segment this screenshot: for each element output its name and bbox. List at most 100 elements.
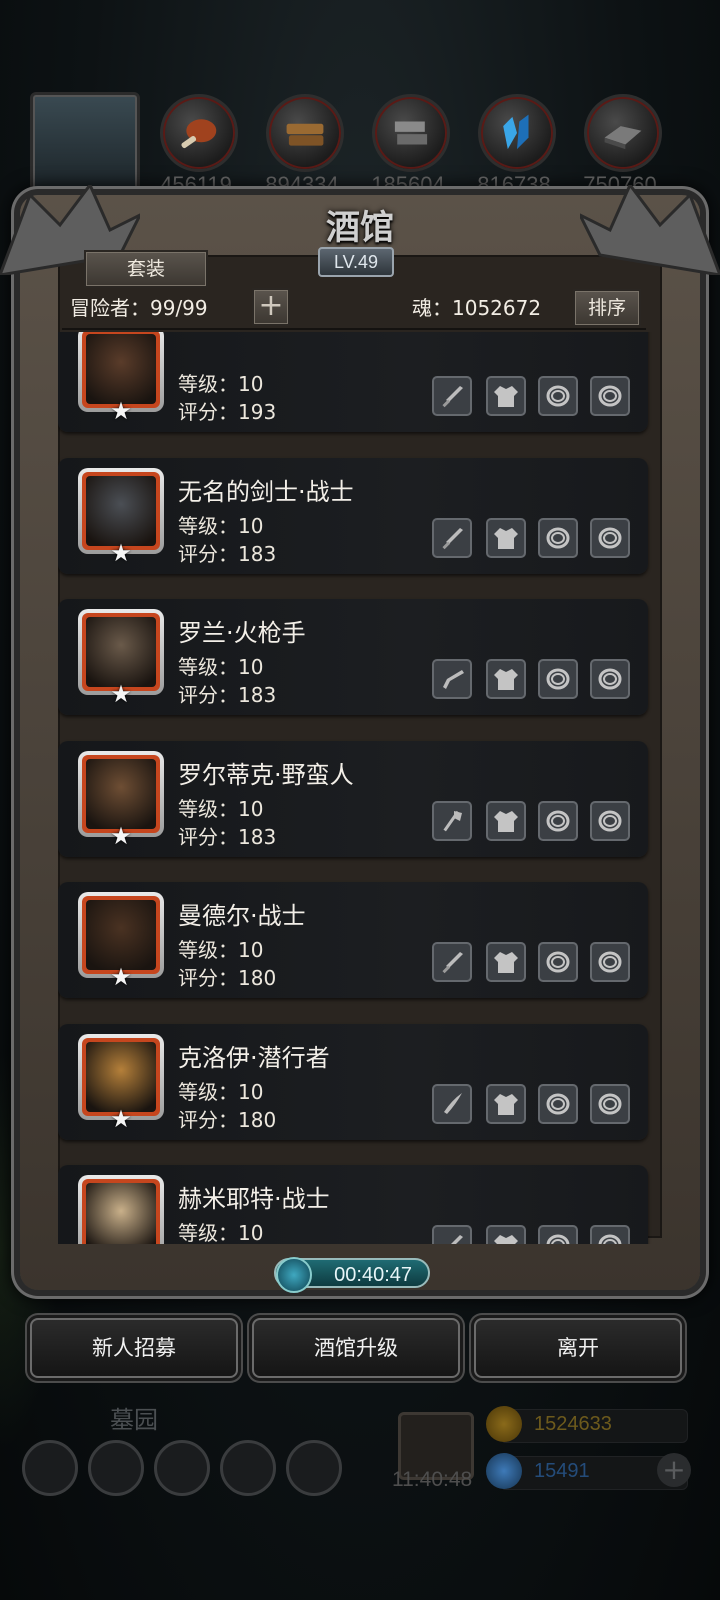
quest-icon[interactable]	[88, 1440, 144, 1496]
ring-icon[interactable]	[590, 517, 630, 558]
soul-count: 魂：1052672	[412, 296, 542, 320]
hero-score: 评分：183	[178, 824, 277, 849]
gem-amount: 15491	[534, 1460, 590, 1482]
portrait-frame	[82, 1037, 160, 1116]
hero-name: 曼德尔·战士	[178, 902, 306, 930]
ring-icon[interactable]	[538, 1083, 578, 1124]
hero-name: 克洛伊·潜行者	[178, 1043, 330, 1072]
ring-icon[interactable]	[538, 800, 578, 841]
hero-card[interactable]: ★ 无名的剑士·战士等级：10 评分：183	[58, 457, 648, 574]
hero-card[interactable]: ★ 等级：10 评分：193	[58, 332, 648, 432]
sword-icon[interactable]	[432, 942, 472, 982]
hero-face	[86, 475, 156, 546]
hero-face	[86, 617, 156, 687]
star-icon: ★	[110, 680, 132, 708]
resource-slot[interactable]	[474, 90, 556, 172]
armor-icon[interactable]	[486, 800, 526, 841]
hero-face	[86, 900, 156, 970]
shop-icon[interactable]	[286, 1440, 342, 1496]
resource-slot[interactable]	[262, 90, 344, 172]
ring-icon[interactable]	[538, 517, 578, 558]
tavern-level-badge: LV.49	[318, 247, 394, 277]
hero-level: 等级：10	[178, 1221, 264, 1244]
panel-title: 酒馆	[326, 208, 394, 248]
hero-level: 等级：10	[178, 513, 264, 538]
hero-face	[86, 758, 156, 829]
ring-icon[interactable]	[538, 376, 578, 416]
gold-amount: 1524633	[534, 1413, 612, 1435]
armor-icon[interactable]	[486, 1083, 526, 1124]
ring-icon[interactable]	[590, 800, 630, 841]
recruit-button[interactable]: 新人招募	[30, 1318, 238, 1378]
sword-icon[interactable]	[432, 517, 472, 558]
star-icon: ★	[110, 397, 132, 425]
header-divider	[62, 328, 646, 330]
gun-icon[interactable]	[432, 659, 472, 699]
hero-level: 等级：10	[178, 372, 264, 396]
armor-icon[interactable]	[486, 942, 526, 982]
hero-card[interactable]: ★ 罗尔蒂克·野蛮人等级：10 评分：183	[58, 740, 648, 857]
dagger-icon[interactable]	[432, 1083, 472, 1124]
hero-icon[interactable]	[154, 1440, 210, 1496]
ring-icon[interactable]	[590, 659, 630, 699]
armor-icon[interactable]	[486, 1225, 526, 1244]
player-avatar[interactable]	[30, 92, 140, 200]
gift-timer: 11:40:48	[392, 1468, 473, 1491]
portrait-frame	[82, 754, 160, 833]
settings-icon[interactable]	[22, 1440, 78, 1496]
upgrade-tavern-button[interactable]: 酒馆升级	[252, 1318, 460, 1378]
meat-icon	[160, 94, 238, 172]
add-adventurer-slot-button[interactable]: +	[252, 288, 290, 326]
ring-icon[interactable]	[538, 942, 578, 982]
star-icon: ★	[110, 963, 132, 991]
sword-icon[interactable]	[432, 1225, 472, 1244]
hero-level: 等级：10	[178, 938, 264, 962]
adventurer-count: 冒险者：99/99	[70, 296, 208, 320]
hero-name: 无名的剑士·战士	[178, 477, 354, 506]
hero-card[interactable]: ★ 曼德尔·战士等级：10 评分：180	[58, 882, 648, 998]
hero-card[interactable]: ★ 罗兰·火枪手 等级：10 评分：183	[58, 599, 648, 715]
graveyard-label: 墓园	[110, 1406, 158, 1434]
leave-button[interactable]: 离开	[474, 1318, 682, 1378]
ring-icon[interactable]	[590, 376, 630, 416]
resource-slot[interactable]	[156, 90, 238, 172]
hero-face	[86, 1041, 156, 1112]
ring-icon[interactable]	[590, 942, 630, 982]
armor-icon[interactable]	[486, 517, 526, 558]
armor-icon[interactable]	[486, 659, 526, 699]
star-icon: ★	[110, 821, 132, 850]
set-button[interactable]: 套装	[84, 250, 208, 288]
hero-list[interactable]: ★ 等级：10 评分：193 ★ 无名的剑士·战士 等级：10 评分：183 ★ 罗兰·火枪手等…	[58, 332, 658, 1244]
clock-icon	[276, 1257, 312, 1293]
add-gems-button[interactable]: +	[657, 1453, 691, 1487]
hero-score: 评分：183	[178, 541, 277, 566]
sword-icon[interactable]	[432, 376, 472, 416]
resource-slot[interactable]	[368, 90, 450, 172]
hero-name: 罗尔蒂克·野蛮人	[178, 760, 354, 789]
hero-card[interactable]: ★ 克洛伊·潜行者 等级：10 评分：180	[58, 1023, 648, 1140]
gem-icon	[486, 1453, 522, 1489]
ring-icon[interactable]	[590, 1083, 630, 1124]
hero-portrait[interactable]	[78, 1175, 164, 1244]
hero-card[interactable]: ★赫米耶特·战士等级：10评分：179	[58, 1165, 648, 1244]
armor-icon[interactable]	[486, 376, 526, 416]
hero-score: 评分：180	[178, 966, 277, 990]
crystal-icon	[478, 94, 556, 172]
mail-icon[interactable]	[220, 1440, 276, 1496]
sort-button[interactable]: 排序	[573, 289, 641, 327]
resource-slot[interactable]	[580, 90, 662, 172]
hero-score: 评分：180	[178, 1107, 277, 1132]
ring-icon[interactable]	[590, 1225, 630, 1244]
hero-score: 评分：183	[178, 683, 277, 707]
hero-level: 等级：10	[178, 796, 264, 821]
ring-icon[interactable]	[538, 1225, 578, 1244]
portrait-frame	[82, 471, 160, 550]
star-icon: ★	[110, 538, 132, 567]
ring-icon[interactable]	[538, 659, 578, 699]
axe-icon[interactable]	[432, 800, 472, 841]
hero-level: 等级：10	[178, 655, 264, 679]
star-icon: ★	[110, 1104, 132, 1133]
hero-face	[86, 334, 156, 404]
hero-score: 评分：193	[178, 400, 277, 424]
portrait-frame	[82, 1179, 160, 1244]
